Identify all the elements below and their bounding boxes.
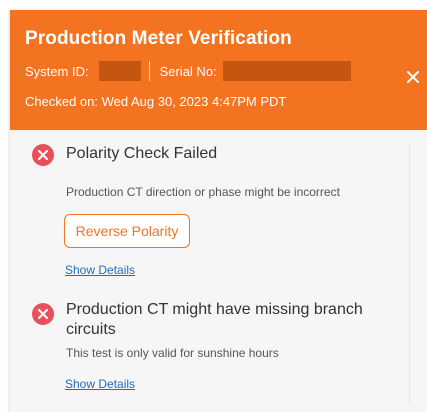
show-details-link-polarity[interactable]: Show Details	[65, 263, 135, 277]
issue-title-polarity: Polarity Check Failed	[66, 145, 218, 162]
checked-on-timestamp: Checked on: Wed Aug 30, 2023 4:47PM PDT	[25, 94, 287, 109]
serial-no-label: Serial No:	[159, 63, 217, 79]
panel-header: Production Meter Verification System ID:…	[10, 10, 427, 130]
serial-no-value-redacted	[222, 61, 351, 81]
scroll-track[interactable]	[409, 142, 424, 404]
header-divider	[148, 61, 150, 81]
meter-verification-panel: Production Meter Verification System ID:…	[10, 10, 427, 412]
close-icon	[407, 71, 419, 83]
system-info-row: System ID: Serial No:	[25, 60, 351, 82]
error-x-circle-icon	[32, 144, 54, 166]
page-title: Production Meter Verification	[25, 28, 292, 49]
error-x-circle-icon	[32, 303, 54, 325]
system-id-value-redacted	[98, 61, 141, 81]
issue-title-missing-branch-circuits: Production CT might have missing branch …	[66, 301, 363, 338]
close-button[interactable]	[402, 66, 424, 88]
system-id-label: System ID:	[25, 63, 89, 79]
issue-description-polarity: Production CT direction or phase might b…	[66, 185, 340, 199]
show-details-link-branch-circuits[interactable]: Show Details	[65, 377, 135, 391]
issue-description-sunshine-hours: This test is only valid for sunshine hou…	[66, 346, 279, 360]
reverse-polarity-button[interactable]: Reverse Polarity	[64, 214, 190, 248]
